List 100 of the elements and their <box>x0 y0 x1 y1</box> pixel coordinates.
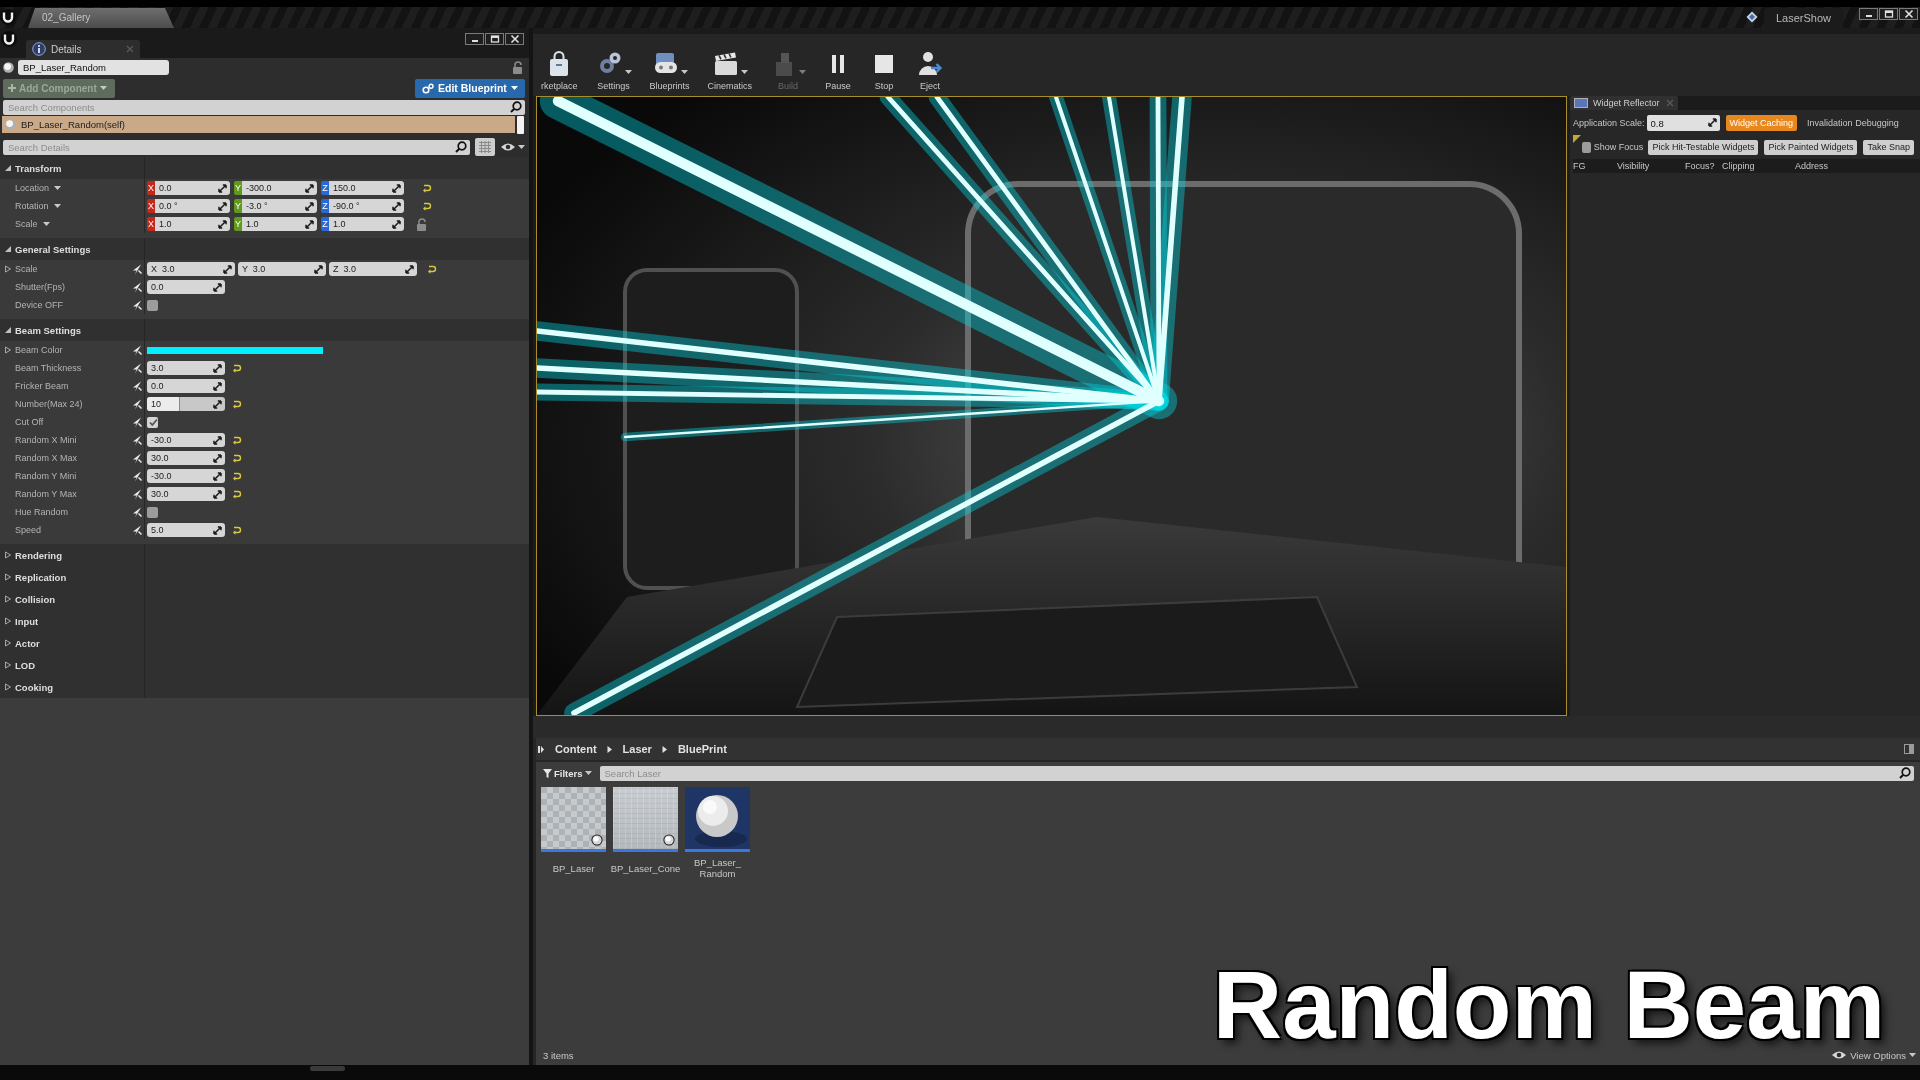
number-field[interactable]: 0.0 ° <box>155 199 230 213</box>
reflector-button[interactable]: Pick Hit-Testable Widgets <box>1648 139 1759 155</box>
toolbar-button[interactable]: Stop <box>862 50 907 91</box>
close-button[interactable] <box>1899 8 1918 20</box>
number-field[interactable]: -30.0 <box>147 433 225 447</box>
number-field[interactable]: 1.0 <box>155 217 230 231</box>
toolbar-button[interactable]: Cinematics <box>699 50 761 91</box>
number-field[interactable]: -3.0 ° <box>242 199 317 213</box>
section-header[interactable]: LOD <box>0 654 529 676</box>
reset-icon[interactable] <box>427 264 437 274</box>
reset-icon[interactable] <box>232 489 242 499</box>
drag-arrows-icon <box>213 453 222 463</box>
reset-icon[interactable] <box>422 183 432 193</box>
property-label: Number(Max 24) <box>15 399 83 409</box>
maximize-button[interactable] <box>485 33 504 45</box>
toolbar-button[interactable]: rketplace <box>533 50 586 91</box>
section-header[interactable]: Actor <box>0 632 529 654</box>
toolbar-button[interactable]: Blueprints <box>641 50 698 91</box>
edit-blueprint-button[interactable]: Edit Blueprint <box>415 78 525 98</box>
search-field[interactable]: Search Laser <box>599 765 1914 781</box>
checkbox[interactable] <box>147 416 158 428</box>
search-field[interactable]: Search Components <box>3 100 525 115</box>
reflector-button[interactable]: Take Snap <box>1863 139 1914 155</box>
asset-thumbnail[interactable] <box>685 787 750 852</box>
scale-field[interactable]: 0.8 <box>1646 115 1720 131</box>
property-label: Hue Random <box>15 507 69 517</box>
breadcrumb-item[interactable]: Laser <box>622 743 652 755</box>
panel-tab[interactable]: Widget Reflector <box>1570 96 1678 110</box>
number-field[interactable]: -30.0 <box>147 469 225 483</box>
component-item[interactable]: BP_Laser_Random(self) <box>2 116 515 133</box>
section-header[interactable]: Input <box>0 610 529 632</box>
reflector-button[interactable]: Pick Painted Widgets <box>1764 139 1858 155</box>
number-field[interactable]: X 3.0 <box>147 262 235 276</box>
caret-icon <box>53 204 61 208</box>
number-field[interactable]: 0.0 <box>147 280 225 294</box>
search-field[interactable]: Search Details <box>3 139 470 155</box>
property-label: Beam Color <box>15 345 63 355</box>
number-field[interactable]: -90.0 ° <box>329 199 404 213</box>
number-field[interactable]: 0.0 <box>147 379 225 393</box>
reset-icon[interactable] <box>232 525 242 535</box>
toolbar-button[interactable]: Settings <box>587 50 640 91</box>
slider-field[interactable]: 10 <box>147 397 225 411</box>
close-button[interactable] <box>505 33 524 45</box>
document-tab[interactable]: 02_Gallery <box>28 8 174 28</box>
section-header[interactable]: General Settings <box>0 238 529 260</box>
number-field[interactable]: 5.0 <box>147 523 225 537</box>
scrollbar-thumb[interactable] <box>310 1066 345 1071</box>
number-field[interactable]: 150.0 <box>329 181 404 195</box>
section-header[interactable]: Beam Settings <box>0 319 529 341</box>
section-header[interactable]: Transform <box>0 157 529 179</box>
checkbox[interactable] <box>1582 141 1591 153</box>
section-header[interactable]: Rendering <box>0 544 529 566</box>
filter-button[interactable]: Filters <box>543 767 592 779</box>
caret-icon <box>799 70 807 74</box>
arrow-icon <box>132 524 142 536</box>
view-options-button[interactable]: View Options <box>1831 1049 1916 1061</box>
number-field[interactable]: -300.0 <box>242 181 317 195</box>
reset-icon[interactable] <box>232 363 242 373</box>
section-header[interactable]: Cooking <box>0 676 529 698</box>
number-field[interactable]: 0.0 <box>155 181 230 195</box>
section-header[interactable]: Replication <box>0 566 529 588</box>
minimize-button[interactable] <box>465 33 484 45</box>
checkbox[interactable] <box>147 506 158 518</box>
sidebar-toggle-icon[interactable] <box>537 744 545 754</box>
breadcrumb-item[interactable]: BluePrint <box>677 743 727 755</box>
reset-icon[interactable] <box>422 201 432 211</box>
drag-arrows-icon <box>213 525 222 535</box>
panel-tab[interactable]: Details <box>26 40 140 58</box>
asset-thumbnail[interactable] <box>541 787 606 852</box>
checkbox[interactable] <box>147 299 158 311</box>
checkbox-label: Show Focus <box>1593 142 1644 152</box>
number-field[interactable]: 1.0 <box>329 217 404 231</box>
number-field[interactable]: 30.0 <box>147 451 225 465</box>
axis-label: Z <box>321 199 329 213</box>
number-field[interactable]: 1.0 <box>242 217 317 231</box>
toolbar-button[interactable]: Eject <box>908 50 953 91</box>
arrow-icon <box>132 281 142 293</box>
property-label: Random X Max <box>15 453 78 463</box>
number-field[interactable]: 3.0 <box>147 361 225 375</box>
asset-thumbnail[interactable] <box>613 787 678 852</box>
number-field[interactable]: 30.0 <box>147 487 225 501</box>
caret-icon <box>54 186 62 190</box>
reset-icon[interactable] <box>232 399 242 409</box>
visibility-button[interactable] <box>500 142 525 152</box>
reset-icon[interactable] <box>232 471 242 481</box>
breadcrumb-item[interactable]: Content <box>555 743 597 755</box>
column-header: Clipping <box>1722 161 1756 171</box>
maximize-button[interactable] <box>1879 8 1898 20</box>
toggle-button[interactable]: Invalidation Debugging <box>1803 115 1903 131</box>
reset-icon[interactable] <box>232 435 242 445</box>
reset-icon[interactable] <box>232 453 242 463</box>
toolbar-button[interactable]: Pause <box>816 50 861 91</box>
color-swatch[interactable] <box>147 346 323 354</box>
number-field[interactable]: Z 3.0 <box>329 262 417 276</box>
name-field[interactable]: BP_Laser_Random <box>18 60 169 75</box>
number-field[interactable]: Y 3.0 <box>238 262 326 276</box>
dock-icon[interactable] <box>1904 744 1914 754</box>
minimize-button[interactable] <box>1859 8 1878 20</box>
scrollbar-thumb[interactable] <box>517 116 524 134</box>
section-header[interactable]: Collision <box>0 588 529 610</box>
